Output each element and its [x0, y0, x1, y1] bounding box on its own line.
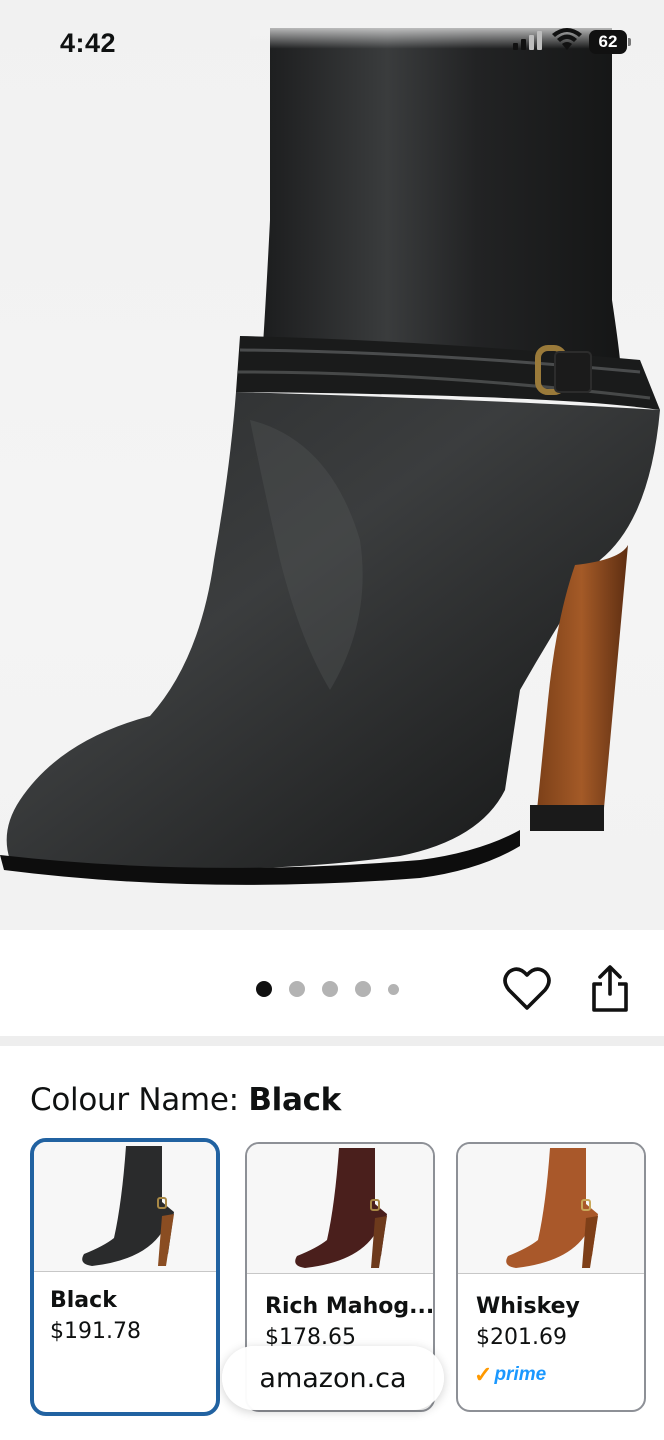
section-divider	[0, 1036, 664, 1046]
battery-icon: 62	[589, 30, 631, 54]
swatch-black[interactable]: Black $191.78	[30, 1138, 220, 1416]
swatch-price: $191.78	[50, 1319, 141, 1344]
carousel-dot[interactable]	[355, 981, 371, 997]
swatch-whiskey[interactable]: Whiskey $201.69 ✓ prime	[456, 1142, 646, 1412]
swatch-name: Rich Mahog...	[265, 1294, 435, 1319]
colour-name-label: Colour Name: Black	[30, 1082, 341, 1118]
ankle-boot-image	[0, 20, 660, 885]
product-image[interactable]	[0, 0, 664, 930]
prime-label: prime	[494, 1364, 547, 1385]
swatch-name: Whiskey	[476, 1294, 580, 1319]
swatch-thumbnail	[34, 1142, 216, 1272]
status-bar: 4:42 62	[0, 0, 664, 86]
browser-url: amazon.ca	[259, 1362, 407, 1394]
heart-icon[interactable]	[503, 966, 551, 1012]
swatch-price: $201.69	[476, 1325, 567, 1350]
cellular-signal-icon	[513, 31, 542, 50]
swatch-thumbnail	[247, 1144, 433, 1274]
product-page: 4:42 62 Colour Name: Black Black $191.78…	[0, 0, 664, 1440]
prime-check-icon: ✓	[474, 1362, 493, 1387]
wifi-icon	[552, 28, 582, 50]
selected-colour: Black	[248, 1082, 341, 1118]
swatch-name: Black	[50, 1288, 117, 1313]
carousel-dot[interactable]	[388, 983, 399, 995]
image-carousel-dots[interactable]	[256, 981, 399, 997]
status-time: 4:42	[60, 28, 117, 58]
battery-level: 62	[598, 32, 618, 51]
carousel-dot[interactable]	[322, 981, 338, 997]
swatch-thumbnail	[458, 1144, 644, 1274]
carousel-dot[interactable]	[256, 981, 272, 997]
share-icon[interactable]	[588, 964, 632, 1014]
carousel-dot[interactable]	[289, 981, 305, 997]
prime-badge: ✓ prime	[474, 1362, 546, 1388]
browser-url-bar[interactable]: amazon.ca	[222, 1346, 444, 1410]
